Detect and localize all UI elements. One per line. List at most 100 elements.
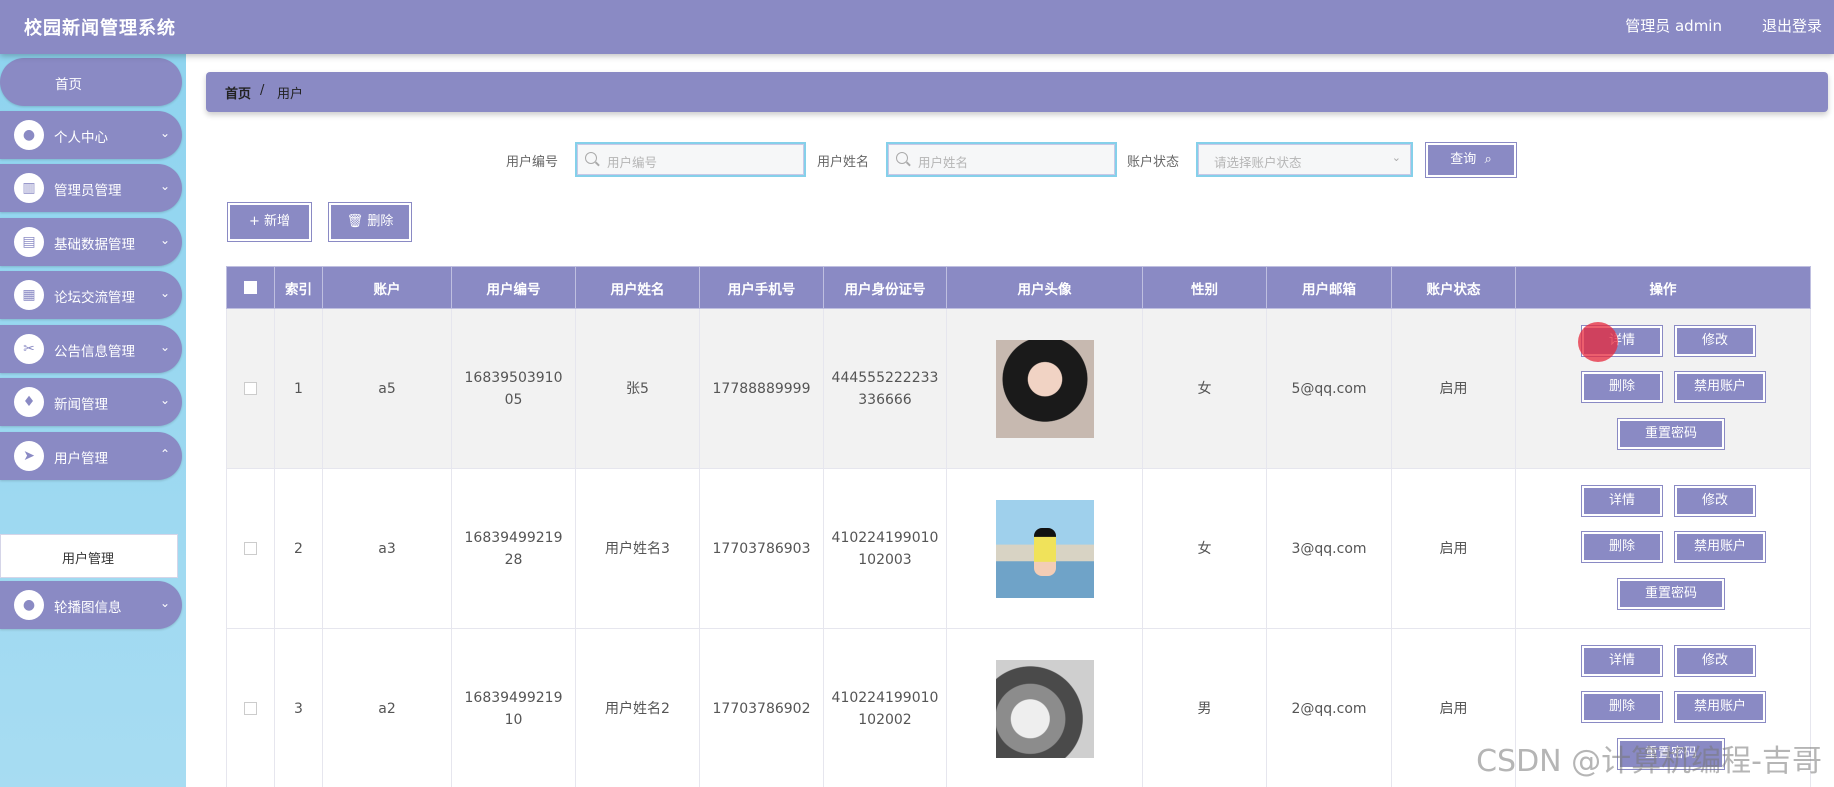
cell-user-name: 用户姓名2 [575, 628, 700, 787]
sidebar-item-announcements[interactable]: ✂ 公告信息管理 ⌄ [0, 325, 182, 373]
cell-status: 启用 [1391, 308, 1516, 469]
sidebar: 首页 ● 个人中心 ⌄ ▥ 管理员管理 ⌄ ▤ 基础数据管理 ⌄ ▦ 论坛交流管… [0, 54, 186, 787]
cell-id-card: 444555222233 336666 [823, 308, 947, 469]
cell-user-number: 16839503910 05 [451, 308, 576, 469]
account-status-select[interactable]: 请选择账户状态 ⌄ [1196, 142, 1413, 177]
cell-phone: 17703786903 [699, 468, 824, 629]
sidebar-item-label: 首页 [55, 77, 82, 93]
sidebar-item-user-management[interactable]: ➤ 用户管理 ⌃ [0, 432, 182, 480]
column-header: 账户 [322, 266, 452, 309]
cell-phone: 17788889999 [699, 308, 824, 469]
detail-button[interactable]: 详情 [1581, 644, 1663, 677]
sidebar-item-forum[interactable]: ▦ 论坛交流管理 ⌄ [0, 271, 182, 319]
edit-button[interactable]: 修改 [1674, 484, 1756, 517]
cell-user-number: 16839499219 10 [451, 628, 576, 787]
chevron-down-icon: ⌄ [159, 393, 170, 407]
app-title: 校园新闻管理系统 [24, 18, 176, 39]
column-header: 索引 [274, 266, 323, 309]
send-icon: ➤ [14, 441, 44, 471]
bulb-icon: ♦ [14, 387, 44, 417]
cell-gender: 男 [1142, 628, 1267, 787]
user-icon: ● [14, 590, 44, 620]
sidebar-item-admin-management[interactable]: ▥ 管理员管理 ⌄ [0, 164, 182, 212]
logout-link[interactable]: 退出登录 [1762, 15, 1822, 36]
delete-button[interactable]: 删除 [1581, 530, 1663, 563]
edit-button[interactable]: 修改 [1674, 324, 1756, 357]
reset-password-button[interactable]: 重置密码 [1617, 577, 1725, 610]
chevron-up-icon: ⌃ [159, 447, 170, 461]
reset-password-button[interactable]: 重置密码 [1617, 417, 1725, 450]
row-checkbox[interactable] [244, 542, 257, 555]
breadcrumb-home[interactable]: 首页 [225, 83, 251, 102]
query-button[interactable]: 查询 ⌕ [1425, 142, 1517, 178]
sidebar-item-label: 基础数据管理 [54, 237, 135, 253]
chevron-down-icon: ⌄ [159, 596, 170, 610]
cell-user-name: 张5 [575, 308, 700, 469]
cell-account: a2 [322, 628, 452, 787]
row-select-cell[interactable] [226, 628, 275, 787]
sidebar-item-label: 论坛交流管理 [54, 290, 135, 306]
cell-email: 3@qq.com [1266, 468, 1392, 629]
row-select-cell[interactable] [226, 308, 275, 469]
select-placeholder: 请选择账户状态 [1214, 155, 1302, 170]
user-icon: ● [14, 120, 44, 150]
edit-button[interactable]: 修改 [1674, 644, 1756, 677]
cell-avatar [946, 628, 1143, 787]
cursor-highlight [1578, 321, 1618, 362]
sidebar-item-label: 新闻管理 [54, 397, 108, 413]
cell-index: 1 [274, 308, 323, 469]
book-icon: ▥ [14, 173, 44, 203]
breadcrumb-separator: / [260, 83, 265, 98]
search-icon [585, 152, 597, 164]
watermark: CSDN @计算机编程-吉哥 [1476, 744, 1822, 779]
sidebar-item-label: 公告信息管理 [54, 344, 135, 360]
input-placeholder: 用户姓名 [918, 155, 969, 170]
grid-icon: ▦ [14, 280, 44, 310]
sidebar-subitem-user-management[interactable]: 用户管理 [0, 534, 178, 578]
search-label-user-name: 用户姓名 [817, 155, 870, 170]
chevron-down-icon: ⌄ [159, 179, 170, 193]
sidebar-item-label: 个人中心 [54, 130, 108, 146]
cell-avatar [946, 308, 1143, 469]
delete-button[interactable]: 删除 [1581, 690, 1663, 723]
breadcrumb-current: 用户 [277, 87, 304, 102]
disable-account-button[interactable]: 禁用账户 [1674, 370, 1766, 403]
add-button[interactable]: + 新增 [227, 202, 312, 242]
row-checkbox[interactable] [244, 382, 257, 395]
select-all-header[interactable] [226, 266, 275, 309]
disable-account-button[interactable]: 禁用账户 [1674, 690, 1766, 723]
row-select-cell[interactable] [226, 468, 275, 629]
ticket-icon: ✂ [14, 334, 44, 364]
sidebar-item-personal-center[interactable]: ● 个人中心 ⌄ [0, 111, 182, 159]
sidebar-item-label: 用户管理 [54, 451, 108, 467]
column-header: 性别 [1142, 266, 1267, 309]
detail-button[interactable]: 详情 [1581, 484, 1663, 517]
user-number-input[interactable]: 用户编号 [575, 142, 806, 177]
sidebar-item-home[interactable]: 首页 [0, 58, 182, 106]
cell-phone: 17703786902 [699, 628, 824, 787]
search-label-account-status: 账户状态 [1127, 155, 1180, 170]
column-header: 用户编号 [451, 266, 576, 309]
row-checkbox[interactable] [244, 702, 257, 715]
select-all-checkbox[interactable] [244, 281, 257, 294]
clipboard-icon: ▤ [14, 227, 44, 257]
cell-gender: 女 [1142, 468, 1267, 629]
cell-avatar [946, 468, 1143, 629]
batch-delete-button[interactable]: 🗑 删除 [328, 202, 412, 242]
delete-button[interactable]: 删除 [1581, 370, 1663, 403]
disable-account-button[interactable]: 禁用账户 [1674, 530, 1766, 563]
user-name-input[interactable]: 用户姓名 [886, 142, 1117, 177]
sidebar-item-carousel[interactable]: ● 轮播图信息 ⌄ [0, 581, 182, 629]
top-header: 校园新闻管理系统 管理员 admin 退出登录 [0, 0, 1834, 54]
sidebar-item-base-data[interactable]: ▤ 基础数据管理 ⌄ [0, 218, 182, 266]
chevron-down-icon: ⌄ [159, 286, 170, 300]
column-header: 用户手机号 [699, 266, 824, 309]
chevron-down-icon: ⌄ [159, 233, 170, 247]
cell-index: 3 [274, 628, 323, 787]
column-header: 用户身份证号 [823, 266, 947, 309]
table-row: 1 a5 16839503910 05 张5 17788889999 44455… [226, 308, 1811, 469]
cell-id-card: 410224199010 102002 [823, 628, 947, 787]
sidebar-item-news[interactable]: ♦ 新闻管理 ⌄ [0, 378, 182, 426]
cell-operations: 详情 修改 删除 禁用账户 重置密码 [1515, 308, 1811, 469]
cell-account: a5 [322, 308, 452, 469]
